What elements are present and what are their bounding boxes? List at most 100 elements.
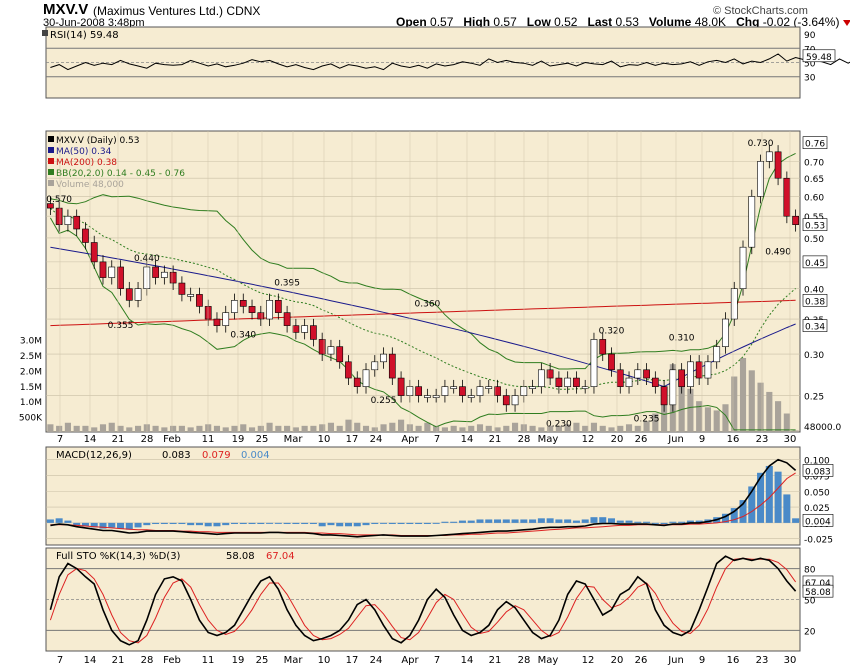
sto-tick-label: 80: [804, 566, 816, 576]
price-candle: [353, 377, 361, 387]
macd-tick-label: 0.050: [804, 488, 830, 498]
price-candle: [643, 369, 650, 379]
price-legend-swatch: [48, 147, 54, 153]
sto-x-tick: Jun: [667, 655, 684, 666]
volume-bar: [731, 376, 738, 432]
macd-right-label: 0.004: [805, 517, 831, 527]
price-candle: [441, 386, 449, 396]
price-x-tick: 26: [635, 434, 648, 445]
price-candle: [371, 361, 379, 371]
volume-bar: [476, 424, 484, 432]
price-candle: [687, 361, 694, 387]
price-x-tick: 28: [518, 434, 531, 445]
price-legend-label: BB(20,2.0) 0.14 - 0.45 - 0.76: [56, 169, 185, 179]
price-candle: [599, 339, 607, 355]
price-legend-swatch: [48, 169, 54, 175]
price-candle: [64, 215, 72, 225]
volume-bar: [415, 425, 422, 432]
macd-histogram-bar: [502, 519, 510, 523]
price-x-tick: Mar: [284, 434, 304, 445]
volume-bar: [284, 425, 291, 432]
volume-bar: [292, 427, 299, 432]
price-x-tick: 23: [756, 434, 769, 445]
price-candle: [581, 386, 589, 389]
price-candle: [739, 246, 747, 289]
price-x-tick: 21: [112, 434, 125, 445]
macd-value: 0.083: [162, 450, 191, 461]
price-legend-swatch: [48, 158, 54, 164]
price-candle: [651, 377, 659, 387]
sto-x-tick: 28: [518, 655, 531, 666]
volume-bar: [599, 425, 606, 432]
macd-histogram-bar: [572, 520, 580, 523]
price-x-tick: 9: [699, 434, 705, 445]
price-candle: [90, 242, 98, 263]
price-x-tick: 16: [727, 434, 740, 445]
macd-histogram-bar: [450, 521, 458, 523]
volume-tick-label: 1.5M: [20, 383, 42, 393]
price-candle: [713, 346, 721, 363]
sto-x-tick: 24: [370, 655, 383, 666]
sto-right-label: 58.08: [805, 588, 831, 598]
macd-histogram-bar: [529, 519, 537, 523]
sto-k-value: 58.08: [226, 551, 255, 562]
stock-chart: RSI(14) 59.489070503059.480.700.650.600.…: [19, 26, 850, 666]
macd-histogram-bar: [616, 520, 624, 523]
volume-bar: [590, 422, 598, 432]
price-candle: [529, 386, 536, 389]
price-candle: [774, 151, 782, 179]
price-candle: [485, 386, 493, 389]
macd-histogram-bar: [555, 519, 563, 523]
volume-bar: [152, 425, 159, 432]
price-x-tick: 25: [256, 434, 269, 445]
volume-bar: [301, 425, 308, 432]
price-annotation: 0.230: [546, 420, 572, 430]
price-right-label: 0.45: [805, 259, 825, 269]
rsi-legend-icon: [42, 30, 48, 36]
macd-histogram-bar: [134, 522, 142, 528]
price-candle: [134, 288, 142, 301]
volume-tick-label: 500K: [19, 414, 43, 424]
macd-histogram-bar: [432, 522, 440, 524]
price-right-label: 0.53: [805, 222, 825, 232]
macd-histogram-bar: [344, 522, 352, 527]
macd-histogram-bar: [336, 522, 344, 527]
volume-bar: [371, 427, 378, 432]
macd-signal-value: 0.079: [202, 450, 231, 461]
macd-histogram-bar: [55, 518, 63, 523]
volume-bar: [354, 422, 361, 432]
volume-bar: [82, 425, 89, 432]
macd-histogram-bar: [678, 521, 686, 523]
price-candle: [730, 288, 738, 320]
price-x-tick: 14: [84, 434, 97, 445]
price-candle: [362, 369, 370, 387]
volume-bar: [213, 425, 221, 432]
price-candle: [388, 353, 396, 379]
volume-bar: [739, 358, 747, 432]
volume-bar: [56, 425, 63, 432]
price-candle: [748, 196, 756, 248]
volume-bar: [713, 410, 720, 432]
price-candle: [248, 306, 256, 313]
volume-bar: [783, 413, 790, 432]
volume-bar: [704, 407, 712, 432]
sto-x-tick: 12: [582, 655, 595, 666]
price-annotation: 0.235: [634, 415, 660, 425]
macd-histogram-bar: [520, 519, 528, 523]
sto-x-tick: Feb: [163, 655, 181, 666]
price-legend-swatch: [48, 136, 54, 142]
sto-x-tick: 20: [611, 655, 624, 666]
volume-bar: [582, 425, 589, 432]
price-tick-label: 0.30: [804, 351, 824, 361]
macd-histogram-bar: [248, 522, 256, 525]
price-right-label: 0.38: [805, 297, 825, 307]
macd-histogram-bar: [230, 522, 239, 525]
volume-bar: [625, 424, 633, 432]
macd-histogram-bar: [643, 521, 651, 523]
macd-histogram-bar: [108, 522, 116, 528]
price-legend-label: MA(200) 0.38: [56, 158, 117, 168]
macd-histogram-bar: [178, 522, 186, 525]
price-candle: [424, 395, 431, 398]
sto-x-tick: 11: [202, 655, 215, 666]
volume-bar: [757, 382, 764, 432]
